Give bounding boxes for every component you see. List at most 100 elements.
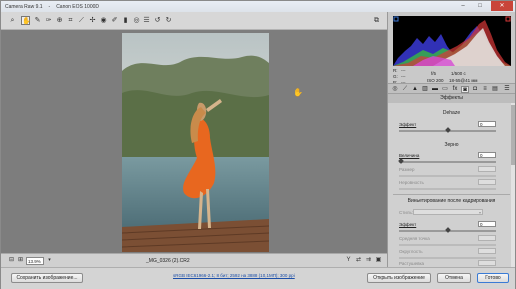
vignette-midpoint-slider[interactable]: [399, 244, 496, 246]
dehaze-amount-field[interactable]: 0: [478, 121, 496, 127]
fullscreen-icon[interactable]: ⧉: [372, 16, 381, 25]
camera-raw-window: Camera Raw 9.1- Canon EOS 1000D – □ ✕ ⌕ ✋…: [0, 0, 516, 289]
target-adjust-icon[interactable]: ⊕: [55, 16, 64, 25]
histogram: [393, 16, 511, 66]
dehaze-amount-label: Эффект: [399, 122, 417, 127]
tab-fx-icon[interactable]: fx: [451, 86, 459, 93]
tab-effects-icon[interactable]: ◙: [461, 86, 469, 93]
color-sampler-icon[interactable]: ✑: [44, 16, 53, 25]
compare-mode-icon[interactable]: Y: [344, 256, 353, 265]
panel-scrollbar-thumb[interactable]: [511, 105, 515, 165]
tab-presets-icon[interactable]: ≡: [481, 86, 489, 93]
grain-roughness-label: Неровность: [399, 180, 424, 185]
swap-icon[interactable]: ⇄: [354, 256, 363, 265]
rotate-ccw-icon[interactable]: ↺: [153, 16, 162, 25]
tab-detail-icon[interactable]: ▲: [411, 86, 419, 93]
tab-snapshots-icon[interactable]: ▤: [491, 86, 499, 93]
minimize-button[interactable]: –: [455, 1, 471, 11]
grain-size-label: Размер: [399, 167, 415, 172]
grain-section-title: Зерно: [444, 142, 459, 148]
vignette-roundness-label: Округлость: [399, 249, 423, 254]
grain-amount-slider-knob[interactable]: [398, 158, 404, 164]
histogram-graph: [393, 16, 511, 66]
cancel-button[interactable]: Отмена: [437, 273, 471, 283]
dehaze-slider-knob[interactable]: [445, 127, 451, 133]
dehaze-section-title: Dehaze: [442, 110, 461, 116]
vignette-style-dropdown[interactable]: ▾: [413, 209, 483, 215]
photo-preview[interactable]: [122, 33, 269, 252]
status-bar: ⊟ ⊞ 13.9% ▾ _MG_0326 (2).CR2 Y ⇄ ⇉ ▣: [1, 253, 387, 267]
vignette-amount-slider[interactable]: [399, 227, 496, 233]
tab-basic-icon[interactable]: ◎: [391, 86, 399, 93]
highlight-clipping-indicator[interactable]: [505, 16, 511, 22]
maximize-button[interactable]: □: [472, 1, 488, 11]
vignette-amount-field[interactable]: 0: [478, 221, 496, 227]
vignette-midpoint-label: Средняя точка: [399, 236, 430, 241]
title-separator: -: [48, 4, 51, 10]
effects-panel: Dehaze Эффект 0 Зерно Величина 0 Размер …: [388, 103, 515, 267]
zoom-icon[interactable]: ⌕: [8, 16, 17, 25]
graduated-filter-icon[interactable]: ▮: [121, 16, 130, 25]
vignette-roundness-field[interactable]: [478, 248, 496, 254]
panel-menu-icon[interactable]: ☰: [503, 86, 511, 93]
zoom-in-icon[interactable]: ⊞: [16, 256, 25, 265]
shutter-speed: 1/500 c: [451, 71, 466, 76]
tab-hsl-icon[interactable]: ▥: [421, 86, 429, 93]
grain-size-slider[interactable]: [399, 175, 496, 177]
rotate-cw-icon[interactable]: ↻: [164, 16, 173, 25]
tab-split-toning-icon[interactable]: ▬: [431, 86, 439, 93]
shadow-clipping-indicator[interactable]: [393, 16, 399, 22]
grain-roughness-slider[interactable]: [399, 188, 496, 190]
hand-cursor-icon: ✋: [293, 88, 303, 97]
toggle-preview-icon[interactable]: ▣: [374, 256, 383, 265]
zoom-dropdown-icon[interactable]: ▾: [45, 256, 54, 265]
preferences-icon[interactable]: ☰: [142, 16, 151, 25]
crop-icon[interactable]: ⌗: [66, 16, 75, 25]
tab-lens-icon[interactable]: ▭: [441, 86, 449, 93]
chevron-down-icon: ▾: [478, 210, 481, 215]
spot-removal-icon[interactable]: ✢: [88, 16, 97, 25]
copy-settings-icon[interactable]: ⇉: [364, 256, 373, 265]
g-value: ---: [401, 74, 406, 79]
app-title: Camera Raw 9.1: [5, 4, 43, 10]
vignette-amount-slider-knob[interactable]: [445, 227, 451, 233]
radial-filter-icon[interactable]: ◎: [132, 16, 141, 25]
straighten-icon[interactable]: ⟋: [77, 16, 86, 25]
title-bar: Camera Raw 9.1- Canon EOS 1000D – □ ✕: [1, 1, 515, 12]
grain-roughness-field[interactable]: [478, 179, 496, 185]
adjustment-brush-icon[interactable]: ✐: [110, 16, 119, 25]
photo-image: [122, 33, 269, 252]
vignette-feather-label: Растушевка: [399, 261, 425, 266]
workflow-options-link[interactable]: sRGB IEC61966-2.1; 8 бит; 2592 на 3888 (…: [173, 273, 295, 278]
file-name: _MG_0326 (2).CR2: [146, 258, 190, 264]
vignette-feather-field[interactable]: [478, 260, 496, 266]
red-eye-icon[interactable]: ◉: [99, 16, 108, 25]
vignette-midpoint-field[interactable]: [478, 235, 496, 241]
dehaze-slider[interactable]: [399, 127, 496, 133]
r-label: R:: [393, 68, 398, 73]
panel-title: Эффекты: [388, 94, 515, 103]
grain-size-field[interactable]: [478, 166, 496, 172]
save-image-button[interactable]: Сохранить изображение...: [11, 273, 83, 283]
grain-amount-field[interactable]: 0: [478, 152, 496, 158]
panel-scrollbar[interactable]: [511, 103, 515, 267]
grain-amount-slider[interactable]: [398, 158, 496, 164]
bottom-bar: Сохранить изображение... sRGB IEC61966-2…: [1, 267, 515, 289]
zoom-out-icon[interactable]: ⊟: [7, 256, 16, 265]
open-image-button[interactable]: Открыть изображение: [367, 273, 431, 283]
done-button[interactable]: Готово: [477, 273, 509, 283]
vignette-section-title: Виньетирование после кадрирования: [407, 198, 496, 204]
tab-camera-calibration-icon[interactable]: ◘: [471, 86, 479, 93]
aperture: f/5: [431, 71, 437, 76]
hand-icon[interactable]: ✋: [21, 16, 31, 25]
section-divider: [393, 194, 510, 195]
window-title: Camera Raw 9.1- Canon EOS 1000D: [5, 4, 105, 10]
vignette-amount-label: Эффект: [399, 222, 417, 227]
white-balance-icon[interactable]: ✎: [33, 16, 42, 25]
vignette-roundness-slider[interactable]: [399, 257, 496, 259]
close-button[interactable]: ✕: [491, 1, 513, 11]
tab-tone-curve-icon[interactable]: ⟋: [401, 86, 409, 93]
zoom-level-field[interactable]: 13.9%: [26, 257, 44, 265]
camera-title: Canon EOS 1000D: [56, 4, 99, 10]
g-label: G:: [393, 74, 398, 79]
